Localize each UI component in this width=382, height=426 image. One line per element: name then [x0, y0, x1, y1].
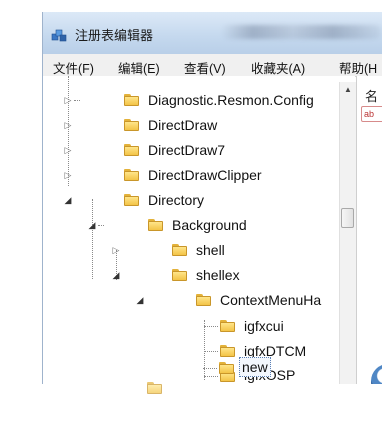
scroll-up-arrow-icon[interactable]: ▲	[342, 84, 354, 96]
tree-node-shell[interactable]: shell	[194, 241, 227, 259]
values-pane: 名 ab	[356, 76, 382, 384]
tree-node-new[interactable]: new	[239, 357, 271, 377]
collapse-arrow-icon[interactable]: ◢	[63, 195, 73, 205]
tree-connector	[204, 326, 218, 327]
expand-arrow-icon[interactable]: ▷	[111, 245, 121, 255]
collapse-arrow-icon[interactable]: ◢	[135, 295, 145, 305]
title-bar-blur	[221, 25, 381, 39]
folder-icon	[124, 94, 139, 106]
tree-node-directdrawclipper[interactable]: DirectDrawClipper	[146, 166, 264, 184]
tree-connector	[203, 368, 217, 369]
expand-arrow-icon[interactable]: ▷	[63, 145, 73, 155]
expand-arrow-icon[interactable]: ▷	[63, 120, 73, 130]
folder-icon	[196, 294, 211, 306]
scroll-thumb[interactable]	[341, 208, 354, 228]
collapse-arrow-icon[interactable]: ◢	[111, 270, 121, 280]
tree-node-directory[interactable]: Directory	[146, 191, 206, 209]
folder-icon	[124, 144, 139, 156]
tree-node-directdraw[interactable]: DirectDraw	[146, 116, 219, 134]
folder-icon	[220, 320, 235, 332]
tree-node-diagnostic-resmon-config[interactable]: Diagnostic.Resmon.Config	[146, 91, 316, 109]
menu-favorites[interactable]: 收藏夹(A)	[251, 58, 305, 77]
title-bar[interactable]: 注册表编辑器	[43, 12, 382, 54]
menu-edit[interactable]: 编辑(E)	[118, 58, 160, 77]
window-bottom-edge	[42, 382, 382, 426]
menu-view[interactable]: 查看(V)	[184, 58, 226, 77]
window-title: 注册表编辑器	[75, 28, 154, 43]
tree-node-contextmenuhandlers[interactable]: ContextMenuHa	[218, 291, 323, 309]
folder-icon	[219, 362, 234, 374]
windows-orb-icon	[371, 364, 382, 384]
tree-node-igfxcui[interactable]: igfxcui	[242, 317, 286, 335]
expand-arrow-icon[interactable]: ▷	[63, 170, 73, 180]
registry-editor-window: 注册表编辑器 文件(F) 编辑(E) 查看(V) 收藏夹(A) 帮助(H ▷ D…	[42, 12, 382, 384]
expand-arrow-icon[interactable]: ▷	[63, 95, 73, 105]
folder-icon	[124, 194, 139, 206]
folder-icon	[172, 269, 187, 281]
folder-icon	[148, 219, 163, 231]
folder-icon	[124, 119, 139, 131]
menu-file[interactable]: 文件(F)	[53, 58, 94, 77]
tree-scrollbar[interactable]: ▲	[339, 82, 356, 384]
tree-node-shellex[interactable]: shellex	[194, 266, 242, 284]
menu-help[interactable]: 帮助(H	[339, 58, 377, 77]
tree-guide-line	[92, 199, 93, 279]
menu-bar: 文件(F) 编辑(E) 查看(V) 收藏夹(A) 帮助(H	[43, 54, 382, 77]
collapse-arrow-icon[interactable]: ◢	[87, 220, 97, 230]
regedit-icon	[51, 29, 67, 42]
registry-tree: ▷ Diagnostic.Resmon.Config ▷ DirectDraw …	[43, 76, 355, 384]
values-column-header[interactable]: 名	[365, 86, 378, 105]
folder-icon	[220, 345, 235, 357]
value-type-icon: ab	[361, 106, 382, 122]
folder-icon	[124, 169, 139, 181]
tree-connector	[204, 351, 218, 352]
folder-icon	[147, 382, 162, 394]
tree-node-directdraw7[interactable]: DirectDraw7	[146, 141, 227, 159]
tree-connector	[98, 225, 104, 226]
tree-connector	[74, 100, 80, 101]
folder-icon	[172, 244, 187, 256]
tree-node-background[interactable]: Background	[170, 216, 249, 234]
